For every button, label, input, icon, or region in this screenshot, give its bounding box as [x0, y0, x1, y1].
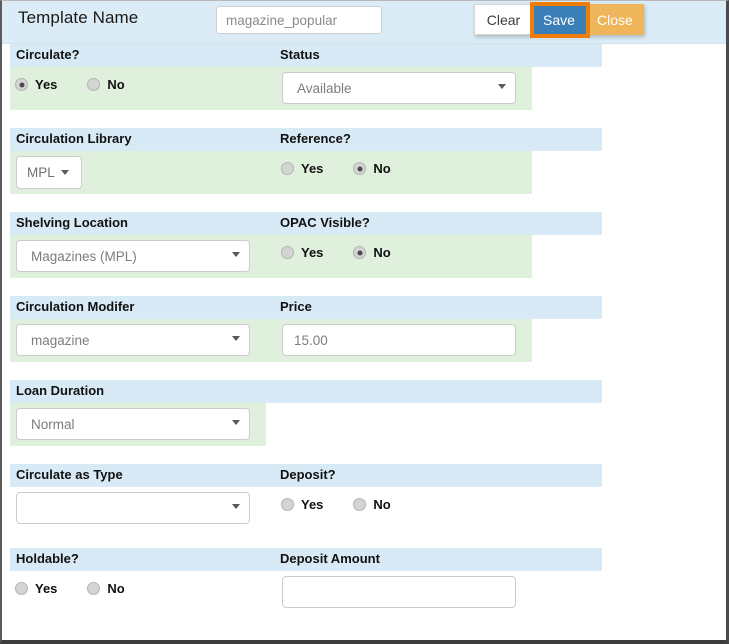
- radio-label: Yes: [301, 245, 323, 260]
- radio-dot-icon: [353, 498, 366, 511]
- form-row-circulate-as-type: Circulate as Type Deposit? Yes: [2, 464, 726, 548]
- form-row-circulation-library: Circulation Library Reference? MPL Yes N: [2, 128, 726, 212]
- radio-dot-icon: [87, 78, 100, 91]
- radio-holdable-yes[interactable]: Yes: [15, 581, 57, 596]
- radio-group-holdable: Yes No: [15, 581, 125, 596]
- editor-header: Template Name Clear Save Close: [2, 1, 726, 44]
- shelving-location-select[interactable]: Magazines (MPL): [16, 240, 250, 272]
- template-form: Circulate? Status Yes No Available: [2, 44, 726, 626]
- radio-label: Yes: [301, 161, 323, 176]
- template-editor-window: Template Name Clear Save Close Circulate…: [0, 0, 729, 644]
- radio-label: No: [107, 581, 124, 596]
- status-select[interactable]: Available: [282, 72, 516, 104]
- form-row-circulate: Circulate? Status Yes No Available: [2, 44, 726, 128]
- row-label-band: Circulation Library Reference?: [10, 128, 602, 151]
- radio-group-circulate: Yes No: [15, 77, 125, 92]
- field-circulation-library: MPL: [16, 156, 82, 189]
- circulate-as-type-select[interactable]: [16, 492, 250, 524]
- form-row-shelving-location: Shelving Location OPAC Visible? Magazine…: [2, 212, 726, 296]
- form-row-holdable: Holdable? Deposit Amount Yes No: [2, 548, 726, 626]
- save-button[interactable]: Save: [532, 4, 586, 35]
- clear-button[interactable]: Clear: [474, 4, 532, 35]
- radio-label: Yes: [35, 77, 57, 92]
- radio-label: No: [107, 77, 124, 92]
- loan-duration-select[interactable]: Normal: [16, 408, 250, 440]
- field-label-loan-duration: Loan Duration: [16, 383, 104, 398]
- radio-deposit-yes[interactable]: Yes: [281, 497, 323, 512]
- radio-label: No: [373, 161, 390, 176]
- field-label-deposit-amount: Deposit Amount: [280, 551, 380, 566]
- radio-opac-visible-yes[interactable]: Yes: [281, 245, 323, 260]
- radio-circulate-no[interactable]: No: [87, 77, 124, 92]
- radio-dot-icon: [353, 162, 366, 175]
- field-deposit-amount: [282, 576, 516, 608]
- radio-dot-icon: [353, 246, 366, 259]
- field-price: [282, 324, 516, 356]
- radio-dot-icon: [87, 582, 100, 595]
- row-label-band: Circulate? Status: [10, 44, 602, 67]
- radio-opac-visible-no[interactable]: No: [353, 245, 390, 260]
- field-label-reference: Reference?: [280, 131, 351, 146]
- row-label-band: Holdable? Deposit Amount: [10, 548, 602, 571]
- field-loan-duration: Normal: [16, 408, 250, 440]
- radio-group-reference: Yes No: [281, 161, 391, 176]
- field-label-status: Status: [280, 47, 320, 62]
- field-label-circulation-library: Circulation Library: [16, 131, 132, 146]
- row-label-band: Circulation Modifer Price: [10, 296, 602, 319]
- template-name-input[interactable]: [216, 6, 382, 34]
- radio-dot-icon: [281, 162, 294, 175]
- radio-reference-yes[interactable]: Yes: [281, 161, 323, 176]
- price-input[interactable]: [282, 324, 516, 356]
- field-label-shelving-location: Shelving Location: [16, 215, 128, 230]
- radio-reference-no[interactable]: No: [353, 161, 390, 176]
- radio-dot-icon: [281, 246, 294, 259]
- row-label-band: Shelving Location OPAC Visible?: [10, 212, 602, 235]
- field-label-circulation-modifier: Circulation Modifer: [16, 299, 134, 314]
- field-label-deposit: Deposit?: [280, 467, 336, 482]
- field-label-opac-visible: OPAC Visible?: [280, 215, 370, 230]
- row-label-band: Circulate as Type Deposit?: [10, 464, 602, 487]
- radio-label: Yes: [35, 581, 57, 596]
- radio-label: No: [373, 497, 390, 512]
- deposit-amount-input[interactable]: [282, 576, 516, 608]
- caret-down-icon: [61, 170, 69, 175]
- field-label-circulate-as-type: Circulate as Type: [16, 467, 123, 482]
- radio-label: No: [373, 245, 390, 260]
- circulation-library-dropdown[interactable]: MPL: [16, 156, 82, 189]
- radio-group-deposit: Yes No: [281, 497, 391, 512]
- row-label-band: Loan Duration: [10, 380, 602, 403]
- field-label-price: Price: [280, 299, 312, 314]
- field-label-holdable: Holdable?: [16, 551, 79, 566]
- circulation-library-value: MPL: [27, 165, 55, 180]
- form-row-loan-duration: Loan Duration Normal: [2, 380, 726, 464]
- field-circulate-as-type: [16, 492, 250, 524]
- form-row-circulation-modifier: Circulation Modifer Price magazine: [2, 296, 726, 380]
- radio-label: Yes: [301, 497, 323, 512]
- field-shelving-location: Magazines (MPL): [16, 240, 250, 272]
- radio-deposit-no[interactable]: No: [353, 497, 390, 512]
- close-button[interactable]: Close: [586, 4, 644, 35]
- field-circulation-modifier: magazine: [16, 324, 250, 356]
- page-title: Template Name: [18, 8, 138, 28]
- radio-dot-icon: [15, 582, 28, 595]
- radio-dot-icon: [15, 78, 28, 91]
- radio-circulate-yes[interactable]: Yes: [15, 77, 57, 92]
- radio-holdable-no[interactable]: No: [87, 581, 124, 596]
- field-label-circulate: Circulate?: [16, 47, 80, 62]
- circulation-modifier-select[interactable]: magazine: [16, 324, 250, 356]
- radio-group-opac-visible: Yes No: [281, 245, 391, 260]
- field-status: Available: [282, 72, 516, 104]
- header-button-group: Clear Save Close: [474, 4, 644, 35]
- radio-dot-icon: [281, 498, 294, 511]
